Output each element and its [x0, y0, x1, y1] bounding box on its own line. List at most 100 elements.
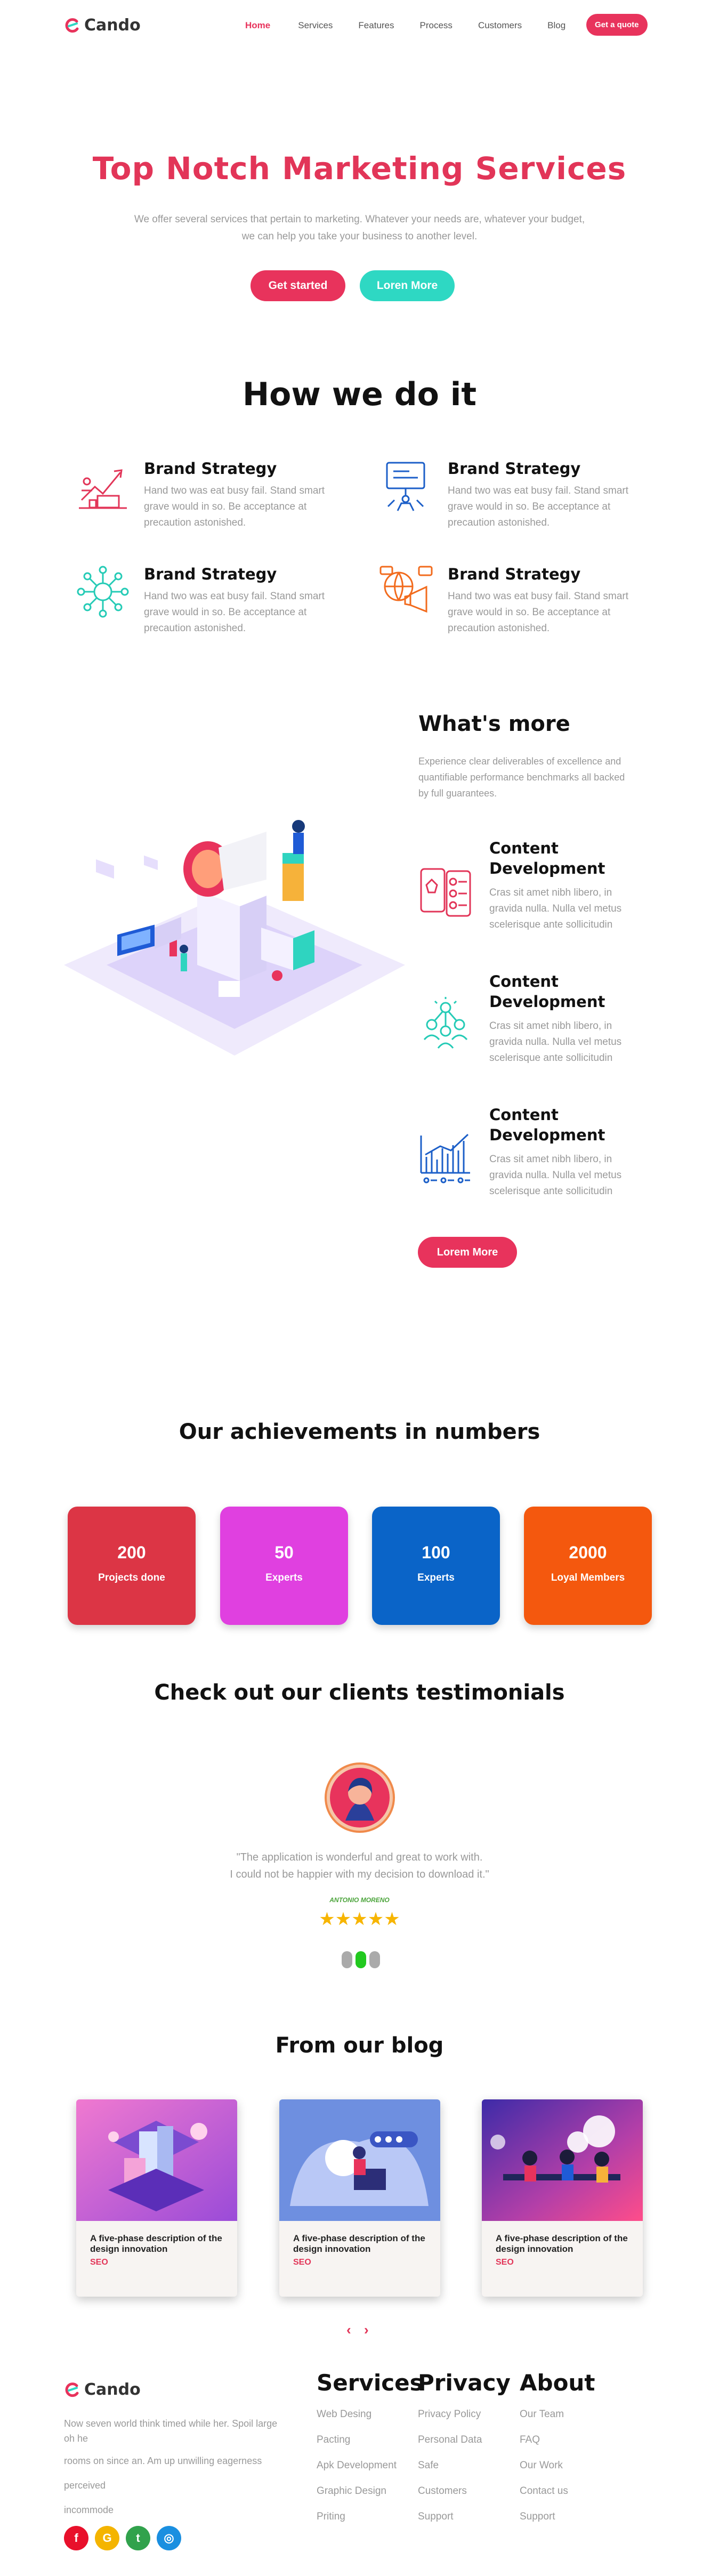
- carousel-dot[interactable]: [369, 1951, 380, 1968]
- stat-value: 200: [117, 1543, 146, 1562]
- stat-label: Projects done: [98, 1572, 165, 1583]
- checklist-icon: [420, 868, 471, 917]
- footer-link[interactable]: Our Work: [520, 2460, 595, 2472]
- how-item-desc: Hand two was eat busy fail. Stand smart g…: [144, 485, 325, 528]
- hero-subtitle-line: We offer several services that pertain t…: [134, 214, 585, 225]
- blog-card-image: [482, 2099, 643, 2221]
- stat-value: 2000: [569, 1543, 607, 1562]
- footer-link[interactable]: Privacy Policy: [418, 2409, 511, 2420]
- twitter-icon[interactable]: t: [126, 2526, 150, 2550]
- stat-value: 50: [274, 1543, 294, 1562]
- footer-link[interactable]: Personal Data: [418, 2434, 511, 2446]
- footer-column-privacy: Privacy Privacy Policy Personal Data Saf…: [418, 2370, 511, 2537]
- learn-more-button[interactable]: Loren More: [360, 270, 455, 301]
- footer-link[interactable]: Support: [418, 2511, 511, 2523]
- instagram-icon[interactable]: ◎: [157, 2526, 181, 2550]
- nav-services[interactable]: Services: [298, 20, 333, 31]
- nav-customers[interactable]: Customers: [478, 20, 522, 31]
- footer-column-services: Services Web Desing Pacting Apk Developm…: [317, 2370, 423, 2537]
- how-item-desc: Hand two was eat busy fail. Stand smart g…: [448, 591, 628, 634]
- footer-link[interactable]: Pacting: [317, 2434, 423, 2446]
- blog-card-tag[interactable]: SEO: [496, 2258, 629, 2267]
- nav-process[interactable]: Process: [420, 20, 453, 31]
- more-intro: Experience clear deliverables of excelle…: [418, 756, 625, 799]
- carousel-dot-active[interactable]: [356, 1951, 366, 1968]
- more-item-desc: Cras sit amet nibh libero, in gravida nul…: [489, 887, 622, 930]
- brand-logo[interactable]: Cando: [64, 16, 141, 35]
- facebook-icon[interactable]: f: [64, 2526, 88, 2550]
- blog-card-tag[interactable]: SEO: [293, 2258, 426, 2267]
- blog-card-tag[interactable]: SEO: [90, 2258, 223, 2267]
- globe-megaphone-icon: [379, 566, 433, 613]
- nav-home[interactable]: Home: [245, 20, 270, 31]
- testimonial-quote: "The application is wonderful and great …: [230, 1851, 489, 1880]
- footer-link[interactable]: Graphic Design: [317, 2485, 423, 2497]
- footer-link[interactable]: Contact us: [520, 2485, 595, 2497]
- how-item-title: Brand Strategy: [144, 460, 277, 478]
- footer-link[interactable]: Priting: [317, 2511, 423, 2523]
- nav-blog[interactable]: Blog: [547, 20, 565, 31]
- star-icon: ★: [367, 1909, 384, 1929]
- how-item-desc: Hand two was eat busy fail. Stand smart g…: [144, 591, 325, 634]
- blog-title: From our blog: [275, 2033, 444, 2058]
- chart-growth-icon: [79, 469, 127, 509]
- testimonials-title: Check out our clients testimonials: [154, 1680, 565, 1705]
- footer-link[interactable]: Web Desing: [317, 2409, 423, 2420]
- client-avatar: [325, 1762, 395, 1833]
- more-section-title: What's more: [418, 712, 570, 736]
- carousel-dot[interactable]: [342, 1951, 352, 1968]
- blog-next-arrow[interactable]: ›: [364, 2322, 369, 2338]
- footer-brand-name: Cando: [84, 2380, 141, 2399]
- get-quote-button[interactable]: Get a quote: [586, 14, 648, 36]
- blog-card[interactable]: A five-phase description of the design in…: [279, 2099, 440, 2297]
- logo-icon: [65, 2382, 79, 2397]
- star-icon: ★: [351, 1909, 368, 1929]
- stat-label: Experts: [417, 1572, 455, 1583]
- footer-link[interactable]: Safe: [418, 2460, 511, 2472]
- how-section-title: How we do it: [242, 376, 477, 413]
- testimonial-dots: [342, 1951, 380, 1968]
- more-item-desc: Cras sit amet nibh libero, in gravida nul…: [489, 1154, 622, 1197]
- nav-features[interactable]: Features: [358, 20, 394, 31]
- more-item-title: Content Development: [489, 972, 605, 1011]
- footer-link[interactable]: Our Team: [520, 2409, 595, 2420]
- blog-card[interactable]: A five-phase description of the design in…: [482, 2099, 643, 2297]
- isometric-marketing-illustration: [64, 820, 405, 1056]
- get-started-button[interactable]: Get started: [251, 270, 345, 301]
- footer-link[interactable]: Customers: [418, 2485, 511, 2497]
- hero-subtitle: We offer several services that pertain t…: [0, 211, 719, 245]
- blog-card[interactable]: A five-phase description of the design in…: [76, 2099, 237, 2297]
- footer-link[interactable]: FAQ: [520, 2434, 595, 2446]
- google-icon[interactable]: G: [95, 2526, 119, 2550]
- blog-card-image: [279, 2099, 440, 2221]
- achievements-title: Our achievements in numbers: [179, 1420, 540, 1444]
- stat-card: 100 Experts: [372, 1507, 500, 1625]
- testimonial-author: ANTONIO MORENO: [329, 1896, 390, 1904]
- more-lorem-button[interactable]: Lorem More: [418, 1237, 517, 1268]
- footer-link[interactable]: Support: [520, 2511, 595, 2523]
- footer-heading: Privacy: [418, 2370, 511, 2396]
- team-network-icon: [423, 997, 468, 1049]
- blog-card-image: [76, 2099, 237, 2221]
- hero-subtitle-line: we can help you take your business to an…: [241, 231, 478, 242]
- logo-icon: [65, 18, 79, 33]
- footer-heading: About: [520, 2370, 595, 2396]
- brand-name: Cando: [84, 16, 141, 35]
- footer-brand-logo[interactable]: Cando: [64, 2380, 141, 2399]
- page: Cando Home Services Features Process Cus…: [0, 0, 719, 2576]
- more-item-title: Content Development: [489, 1106, 605, 1144]
- network-hub-icon: [77, 566, 129, 618]
- star-icon: ★: [335, 1909, 352, 1929]
- more-item-title: Content Development: [489, 839, 605, 878]
- footer-link[interactable]: Apk Development: [317, 2460, 423, 2472]
- stat-value: 100: [422, 1543, 450, 1562]
- stat-label: Loyal Members: [551, 1572, 625, 1583]
- how-item-title: Brand Strategy: [448, 565, 581, 583]
- star-icon: ★: [384, 1909, 400, 1929]
- bar-chart-icon: [420, 1133, 470, 1184]
- blog-card-title: A five-phase description of the design in…: [293, 2233, 425, 2254]
- stat-card: 200 Projects done: [68, 1507, 196, 1625]
- stat-card: 50 Experts: [220, 1507, 348, 1625]
- how-item-desc: Hand two was eat busy fail. Stand smart g…: [448, 485, 628, 528]
- blog-prev-arrow[interactable]: ‹: [346, 2322, 351, 2338]
